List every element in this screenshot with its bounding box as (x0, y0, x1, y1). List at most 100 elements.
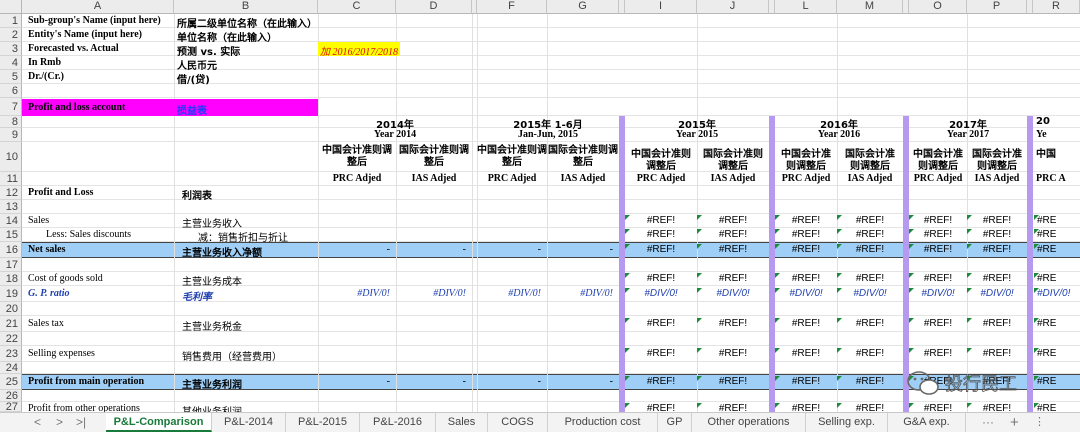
column-header-o[interactable]: O (909, 0, 967, 14)
ref-error-cell[interactable]: #REF! (697, 244, 769, 255)
row-header[interactable]: 17 (0, 258, 22, 272)
select-all-corner[interactable] (0, 0, 22, 14)
ref-error-cell[interactable]: #REF! (837, 215, 903, 226)
ref-error-cell[interactable]: #REF! (909, 229, 967, 240)
ref-error-cell[interactable]: #REF! (909, 244, 967, 255)
row-header[interactable]: 27 (0, 401, 22, 412)
ref-error-cell[interactable]: #REF! (625, 229, 697, 240)
row-header[interactable]: 9 (0, 128, 22, 142)
ref-error-cell[interactable]: #DIV/0! (1034, 288, 1080, 299)
ref-error-cell[interactable]: #REF! (967, 403, 1027, 412)
row-header[interactable]: 20 (0, 302, 22, 316)
ref-error-cell[interactable]: #REF! (775, 376, 837, 387)
gp-ratio-value[interactable]: #DIV/0! (396, 288, 466, 299)
column-header-f[interactable]: F (477, 0, 547, 14)
ref-error-cell[interactable]: #REF! (967, 244, 1027, 255)
last-sheet-icon[interactable]: >| (76, 413, 86, 432)
column-header-a[interactable]: A (22, 0, 174, 14)
row-header[interactable]: 13 (0, 200, 22, 214)
row-header[interactable]: 14 (0, 214, 22, 228)
ref-error-cell[interactable]: #REF! (837, 318, 903, 329)
ref-error-cell[interactable]: #RE (1034, 403, 1080, 412)
column-header-r[interactable]: R (1033, 0, 1080, 14)
ref-error-cell[interactable]: #REF! (625, 318, 697, 329)
column-header-b[interactable]: B (174, 0, 318, 14)
row-header[interactable]: 4 (0, 56, 22, 70)
ref-error-cell[interactable]: #RE (1034, 229, 1080, 240)
value-dash[interactable]: - (396, 376, 466, 387)
ref-error-cell[interactable]: #REF! (909, 318, 967, 329)
row-header[interactable]: 24 (0, 362, 22, 374)
column-header-j[interactable]: J (697, 0, 769, 14)
ref-error-cell[interactable]: #REF! (775, 215, 837, 226)
row-header[interactable]: 1 (0, 14, 22, 28)
ref-error-cell[interactable]: #REF! (625, 215, 697, 226)
ref-error-cell[interactable]: #RE (1034, 244, 1080, 255)
add-sheet-icon[interactable]: + (1010, 413, 1019, 432)
value-dash[interactable]: - (318, 376, 390, 387)
tab-cogs[interactable]: COGS (488, 413, 548, 432)
ref-error-cell[interactable]: #REF! (967, 229, 1027, 240)
column-header-d[interactable]: D (396, 0, 472, 14)
tab-pl-comparison[interactable]: P&L-Comparison (106, 413, 212, 432)
ref-error-cell[interactable]: #REF! (775, 318, 837, 329)
ref-error-cell[interactable]: #REF! (775, 229, 837, 240)
value-dash[interactable]: - (477, 244, 541, 255)
ref-error-cell[interactable]: #REF! (909, 403, 967, 412)
ref-error-cell[interactable]: #DIV/0! (625, 288, 697, 299)
next-sheet-icon[interactable]: > (56, 413, 63, 432)
ref-error-cell[interactable]: #REF! (775, 403, 837, 412)
ref-error-cell[interactable]: #REF! (909, 215, 967, 226)
row-header[interactable]: 21 (0, 316, 22, 332)
ref-error-cell[interactable]: #REF! (775, 348, 837, 359)
ref-error-cell[interactable]: #REF! (697, 215, 769, 226)
ref-error-cell[interactable]: #REF! (697, 318, 769, 329)
tab-gp[interactable]: GP (658, 413, 692, 432)
row-header[interactable]: 25 (0, 374, 22, 390)
row-header[interactable]: 12 (0, 186, 22, 200)
more-tabs-icon[interactable]: ··· (982, 413, 994, 432)
spreadsheet-grid[interactable]: A B C D F G I J L M O P R 1 2 3 4 5 6 7 … (0, 0, 1080, 412)
ref-error-cell[interactable]: #REF! (697, 403, 769, 412)
column-header-p[interactable]: P (967, 0, 1027, 14)
prev-sheet-icon[interactable]: < (34, 413, 41, 432)
tab-bar-resize-handle[interactable]: ⋮ (1034, 413, 1045, 432)
ref-error-cell[interactable]: #REF! (625, 403, 697, 412)
tab-pl-2015[interactable]: P&L-2015 (286, 413, 360, 432)
ref-error-cell[interactable]: #RE (1034, 318, 1080, 329)
ref-error-cell[interactable]: #REF! (837, 376, 903, 387)
ref-error-cell[interactable]: #REF! (909, 348, 967, 359)
row-header[interactable]: 15 (0, 228, 22, 242)
column-header-g[interactable]: G (547, 0, 619, 14)
tab-pl-2014[interactable]: P&L-2014 (212, 413, 286, 432)
ref-error-cell[interactable]: #RE (1034, 348, 1080, 359)
column-header-l[interactable]: L (775, 0, 837, 14)
row-header[interactable]: 16 (0, 242, 22, 258)
row-header[interactable]: 7 (0, 98, 22, 116)
tab-other-operations[interactable]: Other operations (692, 413, 806, 432)
ref-error-cell[interactable]: #REF! (967, 273, 1027, 284)
row-header[interactable]: 3 (0, 42, 22, 56)
tab-ga-exp[interactable]: G&A exp. (888, 413, 966, 432)
ref-error-cell[interactable]: #REF! (775, 244, 837, 255)
column-header-m[interactable]: M (837, 0, 903, 14)
row-header[interactable]: 22 (0, 332, 22, 346)
ref-error-cell[interactable]: #REF! (837, 403, 903, 412)
ref-error-cell[interactable]: #REF! (967, 215, 1027, 226)
ref-error-cell[interactable]: #REF! (837, 244, 903, 255)
tab-sales[interactable]: Sales (436, 413, 488, 432)
row-header[interactable]: 18 (0, 272, 22, 286)
row-header[interactable]: 5 (0, 70, 22, 84)
row-header[interactable]: 8 (0, 116, 22, 128)
row-header[interactable]: 2 (0, 28, 22, 42)
gp-ratio-value[interactable]: #DIV/0! (318, 288, 390, 299)
ref-error-cell[interactable]: #DIV/0! (697, 288, 769, 299)
value-dash[interactable]: - (547, 376, 613, 387)
ref-error-cell[interactable]: #DIV/0! (775, 288, 837, 299)
tab-pl-2016[interactable]: P&L-2016 (360, 413, 436, 432)
row-header[interactable]: 23 (0, 346, 22, 362)
row-header[interactable]: 6 (0, 84, 22, 98)
ref-error-cell[interactable]: #REF! (837, 229, 903, 240)
ref-error-cell[interactable]: #REF! (697, 273, 769, 284)
gp-ratio-value[interactable]: #DIV/0! (477, 288, 541, 299)
